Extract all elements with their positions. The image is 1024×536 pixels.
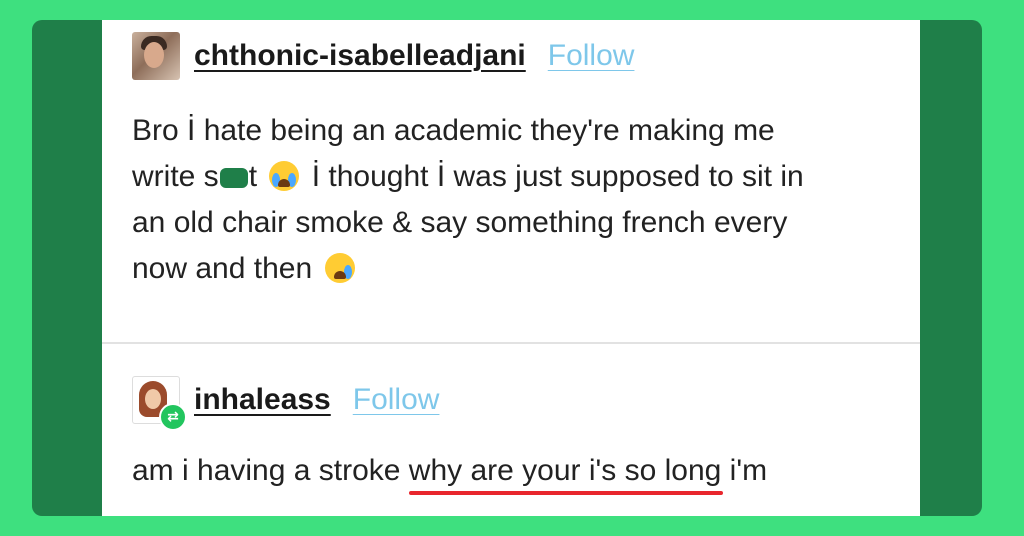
crying-face-icon (324, 253, 355, 283)
reply-text-after: i'm (721, 454, 768, 487)
loudly-crying-face-icon (269, 161, 300, 191)
post1-username[interactable]: chthonic-isabelleadjani (194, 39, 526, 73)
post1-line3: an old chair smoke & say something frenc… (132, 206, 788, 239)
tumblr-post-card: chthonic-isabelleadjani Follow Bro İ hat… (102, 20, 920, 516)
avatar-face (144, 42, 164, 68)
mouth (333, 271, 346, 279)
post1-line4-text: now and then (132, 252, 313, 285)
post1-line2-start: write s (132, 160, 219, 193)
post1-line2: write s t İ thought İ was just supposed t… (132, 154, 892, 200)
post1-header: chthonic-isabelleadjani Follow (132, 32, 634, 80)
underlined-phrase-text: why are your i's so long (408, 454, 722, 487)
post2-follow-button[interactable]: Follow (353, 383, 440, 417)
mouth (278, 179, 291, 187)
censor-mark (219, 168, 248, 189)
underlined-phrase: why are your i's so long (408, 454, 724, 495)
post2-header: ⇄ inhaleass Follow (132, 376, 440, 431)
post1-line2-end-word: t (248, 160, 258, 193)
post1-line2-rest: İ thought İ was just supposed to sit in (311, 160, 804, 193)
reblog-icon: ⇄ (159, 403, 187, 431)
post-divider (102, 342, 920, 344)
post2-username[interactable]: inhaleass (194, 383, 331, 417)
page-frame: chthonic-isabelleadjani Follow Bro İ hat… (32, 20, 982, 516)
post1-body: Bro İ hate being an academic they're mak… (132, 108, 892, 292)
post1-follow-button[interactable]: Follow (548, 39, 635, 73)
reply-text-before: am i having a stroke (132, 454, 409, 487)
avatar[interactable] (132, 32, 180, 80)
post1-line1: Bro İ hate being an academic they're mak… (132, 114, 775, 147)
red-underline (408, 491, 724, 495)
post1-line4: now and then (132, 246, 892, 292)
post2-body: am i having a stroke why are your i's so… (132, 454, 768, 495)
avatar-face (145, 389, 161, 409)
avatar[interactable]: ⇄ (132, 376, 187, 431)
